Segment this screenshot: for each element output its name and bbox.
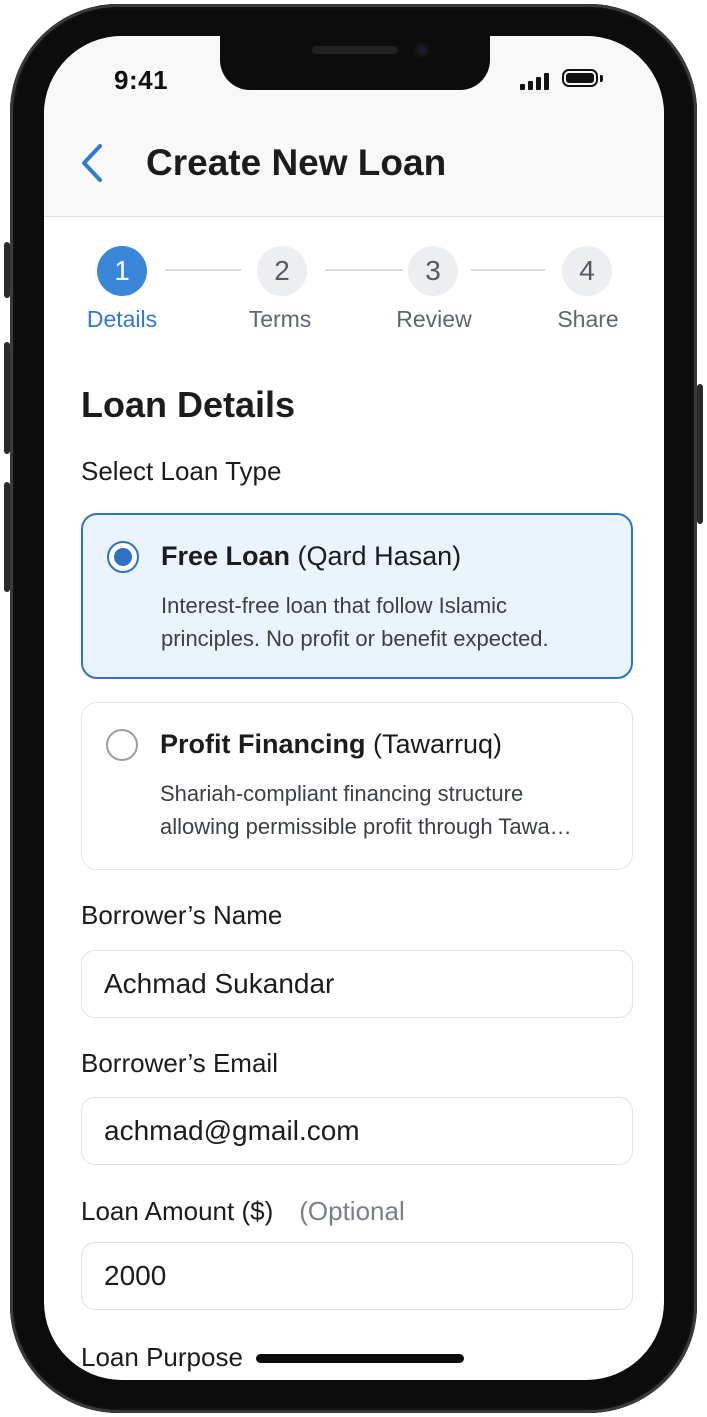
screen: 9:41 Create New Loan 1 2 3 4 Details Ter… (44, 36, 664, 1380)
radio-checked-icon[interactable] (107, 541, 139, 573)
option-description: Interest-free loan that follow Islamic p… (161, 589, 613, 655)
step-3-label: Review (396, 306, 472, 332)
speaker-grille (312, 46, 398, 54)
option-title: Free Loan (Qard Hasan) (161, 541, 461, 572)
power-button (697, 384, 703, 524)
battery-tip-icon (600, 75, 603, 82)
option-title-main: Profit Financing (160, 729, 366, 759)
step-4-label: Share (557, 306, 619, 332)
option-description: Shariah-compliant financing structure al… (160, 777, 612, 843)
loan-purpose-label: Loan Purpose (81, 1342, 243, 1372)
page-title: Create New Loan (146, 142, 447, 183)
option-description-line: Interest-free loan that follow Islamic (161, 593, 508, 618)
loan-amount-label: Loan Amount ($) (Optional (81, 1196, 405, 1227)
loan-amount-label-text: Loan Amount ($) (81, 1196, 274, 1226)
step-4-circle[interactable]: 4 (562, 246, 612, 296)
volume-up-button (4, 342, 10, 454)
step-connector (325, 269, 403, 271)
status-time: 9:41 (114, 65, 169, 95)
borrower-name-input[interactable]: Achmad Sukandar (81, 950, 633, 1018)
notch (220, 36, 490, 90)
front-camera (414, 42, 430, 58)
home-indicator[interactable] (256, 1354, 464, 1363)
option-description-line: Shariah-compliant financing structure (160, 781, 524, 806)
battery-icon (562, 69, 598, 87)
optional-label: (Optional (299, 1196, 405, 1226)
option-description-line: principles. No profit or benefit expecte… (161, 626, 549, 651)
borrower-email-input[interactable]: achmad@gmail.com (81, 1097, 633, 1165)
step-1-label: Details (86, 306, 158, 332)
option-title-sub: (Tawarruq) (373, 729, 503, 759)
loan-type-option-qard-hasan[interactable]: Free Loan (Qard Hasan) Interest-free loa… (81, 513, 633, 679)
back-chevron-icon (82, 144, 102, 182)
step-2-label: Terms (248, 306, 312, 332)
step-connector (471, 269, 545, 271)
mute-switch (4, 242, 10, 298)
loan-amount-input[interactable]: 2000 (81, 1242, 633, 1310)
step-3-circle[interactable]: 3 (408, 246, 458, 296)
header-area: 9:41 Create New Loan (44, 36, 664, 217)
volume-down-button (4, 482, 10, 592)
section-title: Loan Details (81, 384, 296, 425)
loan-type-label: Select Loan Type (81, 456, 282, 486)
borrower-email-label: Borrower’s Email (81, 1048, 278, 1078)
option-title-main: Free Loan (161, 541, 291, 571)
signal-icon (520, 72, 549, 90)
option-description-line: allowing permissible profit through Tawa… (160, 814, 572, 839)
radio-unchecked-icon[interactable] (106, 729, 138, 761)
borrower-name-label: Borrower’s Name (81, 900, 283, 930)
option-title-sub: (Qard Hasan) (297, 541, 462, 571)
loan-type-option-tawarruq[interactable]: Profit Financing (Tawarruq) Shariah-comp… (81, 702, 633, 870)
option-title: Profit Financing (Tawarruq) (160, 729, 502, 760)
back-button[interactable] (78, 142, 108, 184)
step-2-circle[interactable]: 2 (257, 246, 307, 296)
step-1-circle[interactable]: 1 (97, 246, 147, 296)
step-connector (165, 269, 241, 271)
